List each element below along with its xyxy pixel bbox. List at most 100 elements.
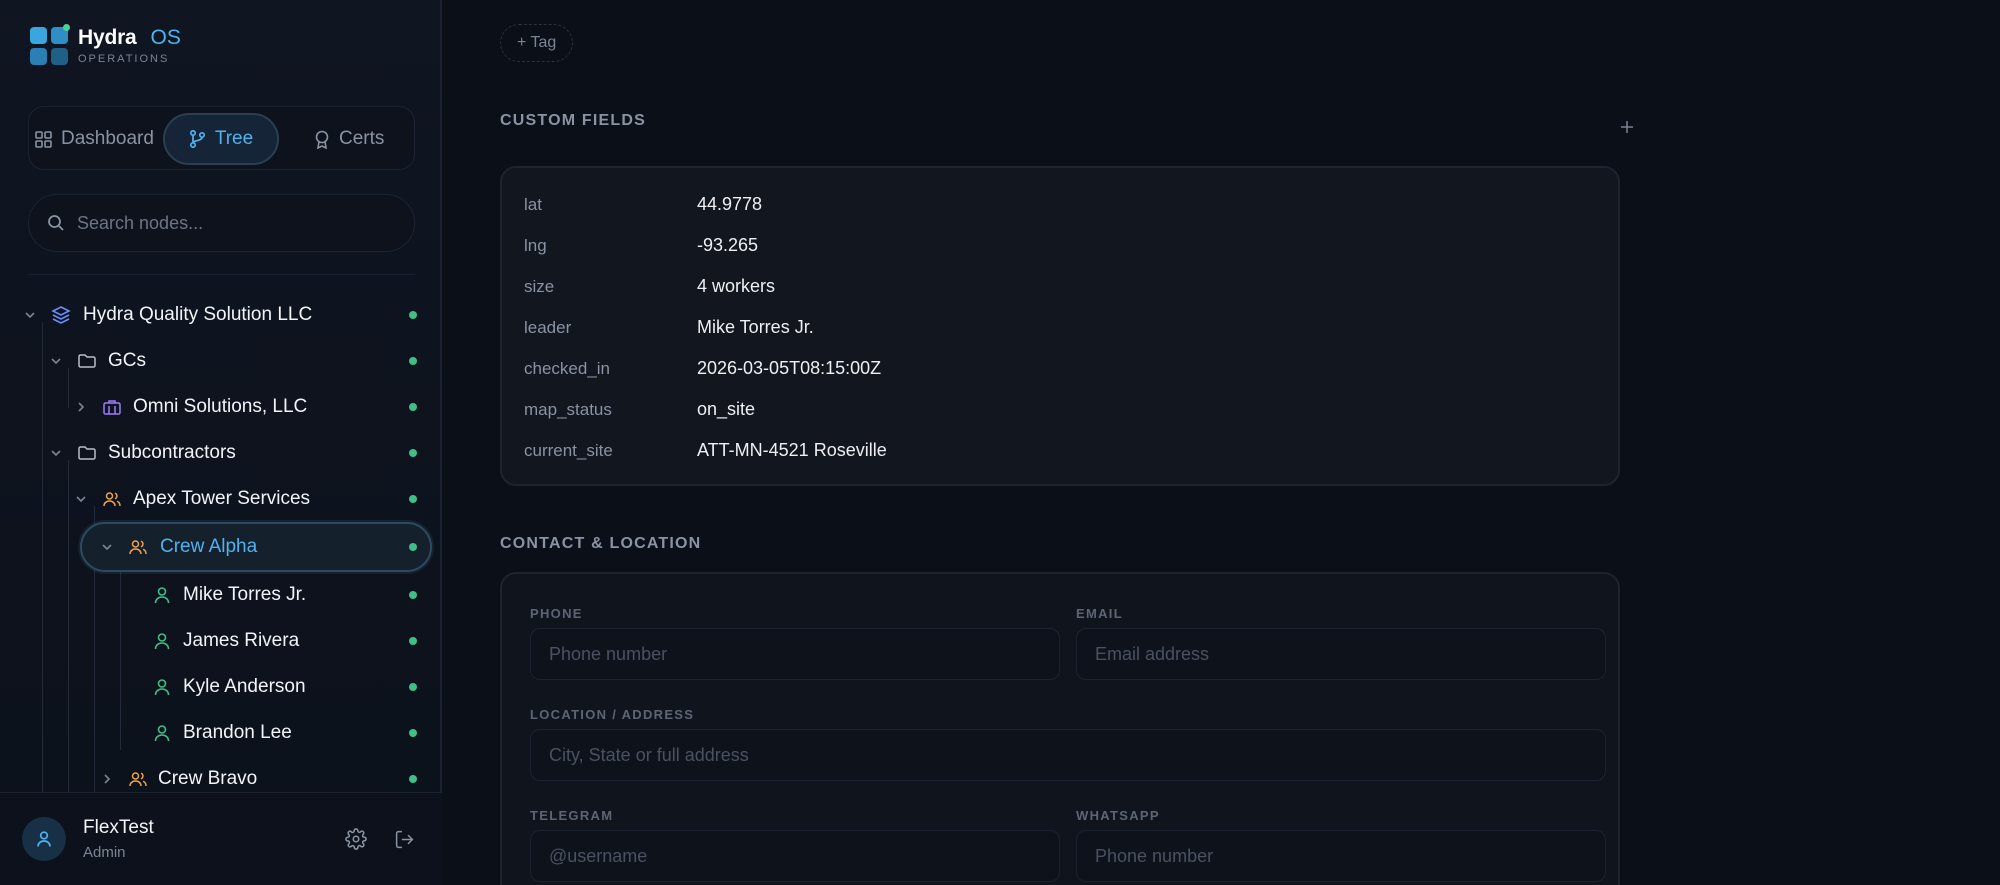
status-dot bbox=[409, 637, 417, 645]
tree-node-label: Subcontractors bbox=[108, 442, 236, 463]
main-panel: + Tag CUSTOM FIELDS lat 44.9778 lng -93.… bbox=[444, 0, 2000, 885]
status-dot bbox=[409, 591, 417, 599]
tree-node-label: Hydra Quality Solution LLC bbox=[83, 304, 313, 325]
layers-icon bbox=[51, 306, 71, 324]
app-name: Hydra bbox=[78, 26, 137, 49]
search-icon bbox=[48, 215, 64, 231]
search-box bbox=[28, 194, 415, 252]
tree-node-label: Crew Alpha bbox=[160, 536, 258, 557]
status-dot bbox=[409, 729, 417, 737]
location-label: LOCATION / ADDRESS bbox=[530, 707, 695, 722]
logout-icon bbox=[395, 830, 413, 848]
custom-field-key: current_site bbox=[524, 440, 613, 460]
settings-button[interactable] bbox=[344, 827, 368, 851]
tree-node[interactable]: Brandon Lee bbox=[0, 710, 442, 756]
custom-field-value: -93.265 bbox=[697, 235, 759, 255]
logout-button[interactable] bbox=[392, 827, 416, 851]
tree-node-label: Crew Bravo bbox=[158, 768, 258, 789]
custom-fields-title: CUSTOM FIELDS bbox=[500, 112, 646, 129]
tree-node-selected[interactable]: Crew Alpha bbox=[0, 522, 442, 572]
chevron-down-icon[interactable] bbox=[100, 540, 114, 554]
sidebar: Hydra OS OPERATIONS Dashboard Tree Certs… bbox=[0, 0, 442, 885]
email-input[interactable] bbox=[1076, 628, 1606, 680]
custom-field-key: map_status bbox=[524, 399, 612, 419]
tab-tree-label: Tree bbox=[214, 128, 254, 149]
custom-fields-card: lat 44.9778 lng -93.265 size 4 workers l… bbox=[500, 166, 1620, 486]
tree-node[interactable]: Mike Torres Jr. bbox=[0, 572, 442, 618]
briefcase-icon bbox=[103, 400, 121, 415]
tree-node[interactable]: Omni Solutions, LLC bbox=[0, 384, 442, 430]
chevron-right-icon[interactable] bbox=[74, 400, 88, 414]
custom-field-key: lng bbox=[524, 235, 547, 255]
tab-certs-label: Certs bbox=[339, 128, 385, 149]
search-input[interactable] bbox=[77, 212, 397, 234]
plus-icon bbox=[1621, 121, 1633, 133]
tree-node[interactable]: Hydra Quality Solution LLC bbox=[0, 292, 442, 338]
custom-field-value: Mike Torres Jr. bbox=[697, 317, 814, 337]
tree-node[interactable]: Subcontractors bbox=[0, 430, 442, 476]
tree-node-label: Brandon Lee bbox=[183, 722, 292, 743]
tree-node-label: Apex Tower Services bbox=[133, 488, 311, 509]
custom-field-key: size bbox=[524, 276, 555, 296]
status-dot bbox=[409, 449, 417, 457]
tree-node[interactable]: Kyle Anderson bbox=[0, 664, 442, 710]
folder-icon bbox=[78, 446, 96, 460]
avatar[interactable] bbox=[22, 817, 66, 861]
custom-field-value: 4 workers bbox=[697, 276, 776, 296]
location-input[interactable] bbox=[530, 729, 1606, 781]
gear-icon bbox=[345, 828, 367, 850]
custom-field-value: ATT-MN-4521 Roseville bbox=[697, 440, 887, 460]
user-footer: FlexTest Admin bbox=[0, 792, 442, 885]
contact-location-card: PHONE EMAIL LOCATION / ADDRESS TELEGRAM … bbox=[500, 572, 1620, 885]
contact-location-title: CONTACT & LOCATION bbox=[500, 535, 702, 552]
whatsapp-input[interactable] bbox=[1076, 830, 1606, 882]
chevron-down-icon[interactable] bbox=[49, 446, 63, 460]
users-icon bbox=[129, 540, 147, 555]
git-branch-icon bbox=[189, 130, 205, 148]
status-dot bbox=[409, 683, 417, 691]
grid-icon bbox=[35, 130, 52, 148]
telegram-label: TELEGRAM bbox=[530, 808, 614, 823]
app-subtitle: OPERATIONS bbox=[78, 53, 170, 65]
tree-node[interactable]: James Rivera bbox=[0, 618, 442, 664]
tree-node-label: Omni Solutions, LLC bbox=[133, 396, 308, 417]
chevron-down-icon[interactable] bbox=[74, 492, 88, 506]
app-logo[interactable]: Hydra OS OPERATIONS bbox=[30, 23, 181, 65]
user-icon bbox=[37, 831, 51, 847]
status-dot bbox=[409, 357, 417, 365]
tree-node-label: GCs bbox=[108, 350, 146, 371]
status-dot bbox=[409, 311, 417, 319]
custom-field-value: 2026-03-05T08:15:00Z bbox=[697, 358, 882, 378]
tab-certs[interactable]: Certs bbox=[314, 113, 384, 165]
chevron-down-icon[interactable] bbox=[23, 308, 37, 322]
chevron-right-icon[interactable] bbox=[100, 772, 114, 786]
tree-node[interactable]: Crew Bravo bbox=[0, 756, 442, 792]
custom-field-value: on_site bbox=[697, 399, 756, 419]
add-tag-button[interactable]: + Tag bbox=[500, 24, 574, 62]
logo-mark-icon bbox=[30, 23, 70, 65]
tab-dashboard[interactable]: Dashboard bbox=[35, 113, 154, 165]
user-name: FlexTest bbox=[83, 817, 154, 838]
folder-icon bbox=[78, 354, 96, 368]
user-icon bbox=[154, 633, 170, 650]
custom-field-value: 44.9778 bbox=[697, 194, 763, 214]
chevron-down-icon[interactable] bbox=[49, 354, 63, 368]
add-field-button[interactable] bbox=[1616, 116, 1638, 138]
phone-input[interactable] bbox=[530, 628, 1060, 680]
tree-node[interactable]: GCs bbox=[0, 338, 442, 384]
whatsapp-label: WHATSAPP bbox=[1076, 808, 1160, 823]
app-suffix: OS bbox=[150, 26, 181, 49]
award-icon bbox=[315, 130, 329, 149]
user-icon bbox=[154, 587, 170, 604]
telegram-input[interactable] bbox=[530, 830, 1060, 882]
users-icon bbox=[129, 772, 147, 787]
status-dot bbox=[409, 543, 417, 551]
users-icon bbox=[103, 492, 121, 507]
tab-dashboard-label: Dashboard bbox=[61, 128, 154, 149]
custom-field-key: lat bbox=[524, 194, 542, 214]
tab-tree[interactable]: Tree bbox=[163, 113, 279, 165]
phone-label: PHONE bbox=[530, 606, 583, 621]
tree-node[interactable]: Apex Tower Services bbox=[0, 476, 442, 522]
status-dot bbox=[409, 495, 417, 503]
node-tree: Hydra Quality Solution LLC GCs Omni Solu… bbox=[0, 292, 442, 792]
